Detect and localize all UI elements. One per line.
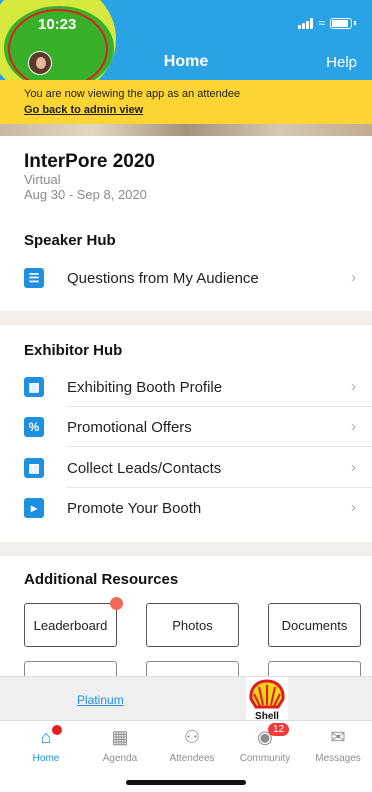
chevron-right-icon: ›: [351, 378, 356, 395]
tab-messages[interactable]: ✉ Messages: [301, 727, 372, 764]
notification-dot: [110, 597, 123, 610]
chevron-right-icon: ›: [351, 269, 356, 286]
chat-icon: ◉: [257, 727, 273, 747]
list-icon: ☰: [24, 268, 44, 288]
event-info: Virtual Aug 30 - Sep 8, 2020: [24, 172, 147, 202]
section-divider: [0, 311, 372, 325]
chevron-right-icon: ›: [351, 459, 356, 476]
help-link[interactable]: Help: [326, 54, 357, 71]
tab-attendees[interactable]: ⚇ Attendees: [155, 727, 229, 764]
wifi-icon: ≈: [318, 16, 325, 30]
row-label: Exhibiting Booth Profile: [67, 378, 223, 396]
exhibiting-booth-profile-row[interactable]: ▦ Exhibiting Booth Profile ›: [24, 367, 372, 407]
attendee-view-banner: You are now viewing the app as an attend…: [0, 80, 372, 124]
battery-icon: [330, 17, 352, 29]
envelope-icon: ✉: [330, 727, 346, 747]
community-badge: 12: [268, 723, 290, 736]
chevron-right-icon: ›: [351, 499, 356, 516]
section-divider: [0, 542, 372, 556]
percent-icon: %: [24, 417, 44, 437]
photos-button[interactable]: Photos: [146, 603, 239, 647]
status-icons: ≈: [298, 17, 356, 29]
collect-leads-row[interactable]: ▩ Collect Leads/Contacts ›: [24, 448, 372, 488]
sponsor-tier-link[interactable]: Platinum: [77, 693, 124, 707]
row-label: Promotional Offers: [67, 418, 192, 436]
speaker-hub-title: Speaker Hub: [24, 232, 116, 249]
leaderboard-button[interactable]: Leaderboard: [24, 603, 117, 647]
exhibitor-hub-title: Exhibitor Hub: [24, 342, 123, 359]
home-indicator: [126, 780, 246, 785]
notification-dot: [52, 725, 62, 735]
back-to-admin-link[interactable]: Go back to admin view: [24, 104, 348, 116]
row-label: Promote Your Booth: [67, 499, 202, 517]
event-dates: Aug 30 - Sep 8, 2020: [24, 187, 147, 202]
shell-logo: Shell: [246, 677, 288, 721]
megaphone-icon: ▸: [24, 498, 44, 518]
home-icon: ⌂: [40, 727, 52, 747]
qr-code-icon: ▩: [24, 458, 44, 478]
event-type: Virtual: [24, 172, 61, 187]
promote-your-booth-row[interactable]: ▸ Promote Your Booth ›: [24, 488, 372, 528]
booth-icon: ▦: [24, 377, 44, 397]
sponsor-banner[interactable]: Platinum: [0, 676, 372, 720]
promotional-offers-row[interactable]: % Promotional Offers ›: [24, 407, 372, 447]
calendar-icon: ▦: [111, 727, 129, 747]
signal-icon: [298, 17, 314, 29]
chevron-right-icon: ›: [351, 418, 356, 435]
event-cover-image: [0, 124, 372, 136]
banner-text: You are now viewing the app as an attend…: [24, 88, 241, 100]
additional-resources-title: Additional Resources: [24, 571, 179, 588]
avatar[interactable]: [28, 51, 52, 75]
status-time-overlay: 10:23: [38, 16, 77, 33]
tab-community[interactable]: ◉ Community 12: [228, 723, 302, 764]
questions-from-audience-row[interactable]: ☰ Questions from My Audience ›: [24, 258, 372, 298]
tab-agenda[interactable]: ▦ Agenda: [83, 727, 157, 764]
tab-home[interactable]: ⌂ Home: [9, 725, 83, 764]
documents-button[interactable]: Documents: [268, 603, 361, 647]
row-label: Questions from My Audience: [67, 269, 259, 287]
people-icon: ⚇: [183, 727, 201, 747]
event-title: InterPore 2020: [24, 151, 155, 172]
row-label: Collect Leads/Contacts: [67, 459, 222, 477]
